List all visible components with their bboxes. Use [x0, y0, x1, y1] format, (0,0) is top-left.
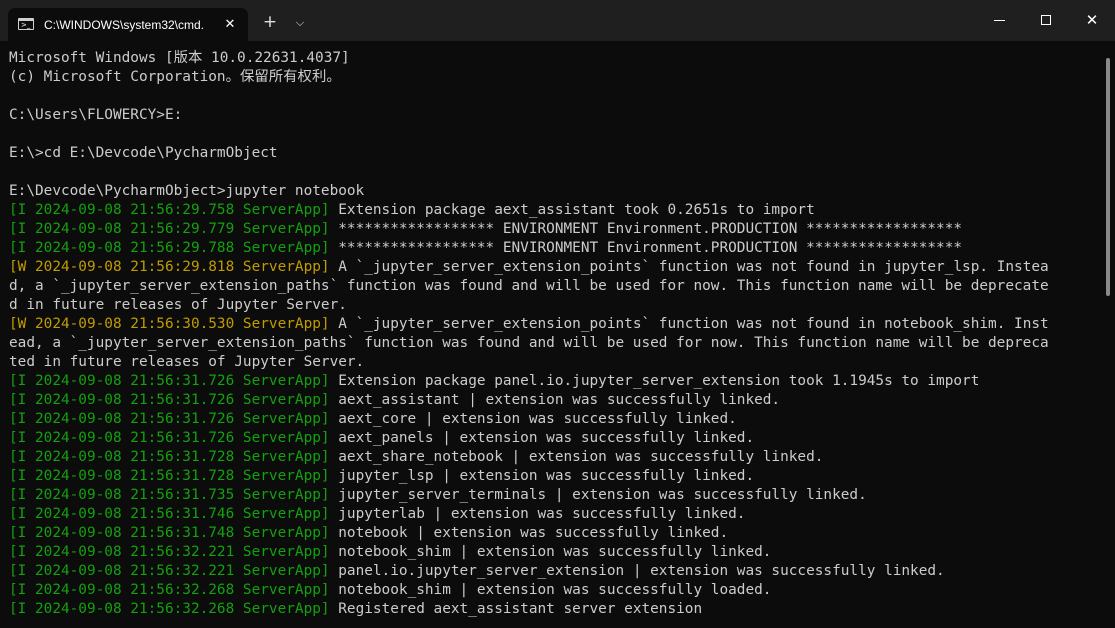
log-prefix-info: [I 2024-09-08 21:56:29.788 ServerApp]	[9, 240, 330, 256]
console-line: E:\>cd E:\Devcode\PycharmObject	[9, 145, 278, 161]
tab-cmd[interactable]: >_ C:\WINDOWS\system32\cmd. ✕	[8, 8, 248, 41]
console-line: [I 2024-09-08 21:56:31.726 ServerApp] ae…	[9, 391, 1094, 410]
log-message: aext_panels | extension was successfully…	[329, 430, 755, 446]
console-line: [I 2024-09-08 21:56:29.788 ServerApp] **…	[9, 239, 1094, 258]
log-message: ****************** ENVIRONMENT Environme…	[329, 221, 963, 237]
minimize-button[interactable]	[977, 0, 1023, 41]
tab-close-icon[interactable]: ✕	[220, 15, 240, 35]
console-line: d, a `_jupyter_server_extension_paths` f…	[9, 278, 1049, 294]
minimize-icon	[994, 20, 1005, 21]
log-message: notebook_shim | extension was successful…	[329, 582, 772, 598]
log-message: jupyter_lsp | extension was successfully…	[329, 468, 755, 484]
log-message: Extension package aext_assistant took 0.…	[329, 202, 815, 218]
title-bar[interactable]: >_ C:\WINDOWS\system32\cmd. ✕ + ⌵ ✕	[0, 0, 1115, 41]
log-prefix-info: [I 2024-09-08 21:56:32.221 ServerApp]	[9, 544, 330, 560]
console-line: [W 2024-09-08 21:56:30.530 ServerApp] A …	[9, 315, 1094, 334]
log-prefix-info: [I 2024-09-08 21:56:31.728 ServerApp]	[9, 449, 330, 465]
close-icon: ✕	[1085, 11, 1099, 29]
console-line: [W 2024-09-08 21:56:29.818 ServerApp] A …	[9, 258, 1094, 277]
console-line: [I 2024-09-08 21:56:29.779 ServerApp] **…	[9, 220, 1094, 239]
log-prefix-info: [I 2024-09-08 21:56:31.726 ServerApp]	[9, 411, 330, 427]
log-prefix-info: [I 2024-09-08 21:56:31.726 ServerApp]	[9, 430, 330, 446]
log-message: panel.io.jupyter_server_extension | exte…	[329, 563, 945, 579]
log-message: A `_jupyter_server_extension_points` fun…	[329, 259, 1049, 275]
console-line: (c) Microsoft Corporation。保留所有权利。	[9, 69, 341, 85]
console-line: [I 2024-09-08 21:56:31.728 ServerApp] ju…	[9, 467, 1094, 486]
log-prefix-info: [I 2024-09-08 21:56:31.726 ServerApp]	[9, 373, 330, 389]
scrollbar-thumb[interactable]	[1106, 58, 1110, 296]
log-prefix-info: [I 2024-09-08 21:56:32.268 ServerApp]	[9, 601, 330, 617]
console-line: [I 2024-09-08 21:56:31.726 ServerApp] ae…	[9, 410, 1094, 429]
log-prefix-info: [I 2024-09-08 21:56:29.758 ServerApp]	[9, 202, 330, 218]
console-line: [I 2024-09-08 21:56:31.735 ServerApp] ju…	[9, 486, 1094, 505]
console-line: [I 2024-09-08 21:56:31.746 ServerApp] ju…	[9, 505, 1094, 524]
chevron-down-icon[interactable]: ⌵	[290, 12, 310, 34]
log-message: Extension package panel.io.jupyter_serve…	[329, 373, 980, 389]
console-line: [I 2024-09-08 21:56:32.268 ServerApp] no…	[9, 581, 1094, 600]
console-line: Microsoft Windows [版本 10.0.22631.4037]	[9, 50, 350, 66]
log-message: aext_assistant | extension was successfu…	[329, 392, 781, 408]
console-icon-glyph: >_	[21, 21, 31, 29]
console-line: [I 2024-09-08 21:56:32.221 ServerApp] pa…	[9, 562, 1094, 581]
log-message: aext_share_notebook | extension was succ…	[329, 449, 824, 465]
log-prefix-info: [I 2024-09-08 21:56:29.779 ServerApp]	[9, 221, 330, 237]
console-line: [I 2024-09-08 21:56:29.758 ServerApp] Ex…	[9, 201, 1094, 220]
console-line: E:\Devcode\PycharmObject>jupyter noteboo…	[9, 183, 365, 199]
log-message: notebook | extension was successfully li…	[329, 525, 729, 541]
new-tab-button[interactable]: +	[258, 11, 282, 35]
log-message: jupyterlab | extension was successfully …	[329, 506, 746, 522]
log-message: A `_jupyter_server_extension_points` fun…	[329, 316, 1049, 332]
log-prefix-info: [I 2024-09-08 21:56:32.221 ServerApp]	[9, 563, 330, 579]
maximize-button[interactable]	[1023, 0, 1069, 41]
log-prefix-info: [I 2024-09-08 21:56:31.726 ServerApp]	[9, 392, 330, 408]
console-line: [I 2024-09-08 21:56:31.748 ServerApp] no…	[9, 524, 1094, 543]
log-prefix-info: [I 2024-09-08 21:56:31.728 ServerApp]	[9, 468, 330, 484]
log-message: jupyter_server_terminals | extension was…	[329, 487, 867, 503]
terminal-window: >_ C:\WINDOWS\system32\cmd. ✕ + ⌵ ✕ Micr…	[0, 0, 1115, 628]
log-message: notebook_shim | extension was successful…	[329, 544, 772, 560]
log-message: Registered aext_assistant server extensi…	[329, 601, 703, 617]
log-message: ****************** ENVIRONMENT Environme…	[329, 240, 963, 256]
close-window-button[interactable]: ✕	[1069, 0, 1115, 41]
console-line: C:\Users\FLOWERCY>E:	[9, 107, 183, 123]
log-prefix-info: [I 2024-09-08 21:56:31.748 ServerApp]	[9, 525, 330, 541]
console-line: d in future releases of Jupyter Server.	[9, 297, 347, 313]
maximize-icon	[1041, 15, 1051, 25]
console-line: [I 2024-09-08 21:56:32.268 ServerApp] Re…	[9, 600, 1094, 619]
console-output[interactable]: Microsoft Windows [版本 10.0.22631.4037] (c…	[9, 49, 1094, 624]
log-prefix-warning: [W 2024-09-08 21:56:29.818 ServerApp]	[9, 259, 330, 275]
console-line: ted in future releases of Jupyter Server…	[9, 354, 365, 370]
console-line: [I 2024-09-08 21:56:32.221 ServerApp] no…	[9, 543, 1094, 562]
log-prefix-info: [I 2024-09-08 21:56:32.268 ServerApp]	[9, 582, 330, 598]
log-prefix-info: [I 2024-09-08 21:56:31.746 ServerApp]	[9, 506, 330, 522]
log-prefix-warning: [W 2024-09-08 21:56:30.530 ServerApp]	[9, 316, 330, 332]
tab-title: C:\WINDOWS\system32\cmd.	[44, 18, 205, 32]
console-line: ead, a `_jupyter_server_extension_paths`…	[9, 335, 1049, 351]
console-line: [I 2024-09-08 21:56:31.728 ServerApp] ae…	[9, 448, 1094, 467]
log-message: aext_core | extension was successfully l…	[329, 411, 737, 427]
console-line: [I 2024-09-08 21:56:31.726 ServerApp] Ex…	[9, 372, 1094, 391]
console-line: [I 2024-09-08 21:56:31.726 ServerApp] ae…	[9, 429, 1094, 448]
log-prefix-info: [I 2024-09-08 21:56:31.735 ServerApp]	[9, 487, 330, 503]
console-icon: >_	[18, 18, 34, 30]
